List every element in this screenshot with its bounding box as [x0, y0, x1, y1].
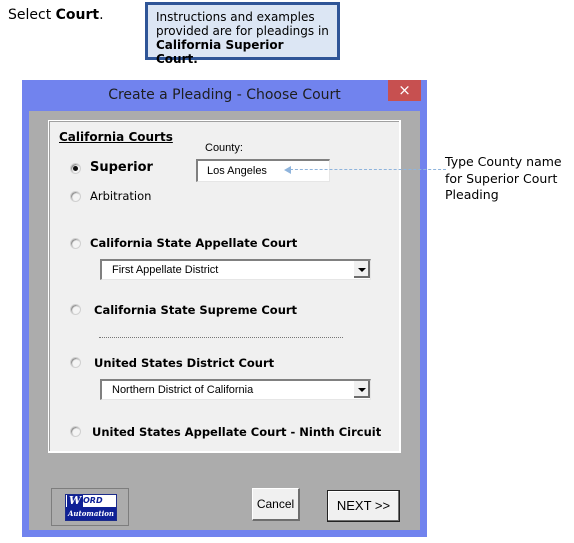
district-court-select[interactable]: Northern District of California: [100, 379, 371, 400]
annotation-line-1: Type County name: [445, 154, 562, 169]
info-line-1: Instructions and examples: [156, 10, 315, 24]
close-icon: ×: [398, 81, 411, 99]
close-button[interactable]: ×: [388, 80, 421, 101]
county-annotation: Type County name for Superior Court Plea…: [445, 154, 562, 204]
option-ca-supreme-label: California State Supreme Court: [94, 303, 298, 317]
chevron-down-icon[interactable]: [354, 261, 370, 278]
instruction-suffix: .: [99, 7, 104, 23]
appellate-district-select[interactable]: First Appellate District: [100, 259, 371, 280]
separator-line: [99, 337, 343, 338]
district-court-value: Northern District of California: [112, 384, 254, 396]
county-label: County:: [205, 142, 243, 154]
word-automation-logo: W ORD Automation: [65, 494, 117, 521]
radio-ca-appellate[interactable]: [70, 238, 81, 249]
dialog-client-area: California Courts County: Superior Arbit…: [29, 111, 420, 530]
info-callout-box: Instructions and examples provided are f…: [145, 2, 340, 66]
dialog-title: Create a Pleading - Choose Court: [108, 87, 341, 103]
info-line-3: California Superior Court.: [156, 38, 284, 66]
callout-line: [290, 169, 446, 170]
logo-ord: ORD: [83, 496, 103, 505]
radio-arbitration[interactable]: [70, 191, 81, 202]
radio-us-ninth-circuit[interactable]: [70, 426, 81, 437]
logo-automation: Automation: [66, 507, 116, 520]
instruction-prefix: Select: [8, 7, 56, 23]
arrow-left-icon: [284, 166, 291, 174]
frame-title: California Courts: [59, 130, 173, 144]
logo-frame: W ORD Automation: [51, 488, 129, 526]
option-ca-appellate-label: California State Appellate Court: [90, 236, 298, 250]
radio-us-district[interactable]: [70, 357, 81, 368]
cancel-button[interactable]: Cancel: [252, 488, 300, 521]
appellate-district-value: First Appellate District: [112, 264, 219, 276]
county-input[interactable]: [196, 159, 330, 182]
option-superior-label: Superior: [90, 160, 153, 175]
radio-superior[interactable]: [70, 163, 81, 174]
instruction-bold: Court: [55, 7, 100, 23]
annotation-line-2: for Superior Court: [445, 170, 558, 186]
logo-w: W: [67, 494, 83, 507]
annotation-line-3: Pleading: [445, 187, 499, 202]
choose-court-dialog: Create a Pleading - Choose Court × Calif…: [22, 80, 427, 537]
info-line-2: provided are for pleadings in: [156, 24, 329, 38]
instruction-text: Select Court.: [8, 7, 104, 23]
option-us-ninth-circuit-label: United States Appellate Court - Ninth Ci…: [92, 425, 382, 439]
option-arbitration-label: Arbitration: [90, 189, 152, 203]
option-us-district-label: United States District Court: [94, 356, 275, 370]
radio-ca-supreme[interactable]: [70, 304, 81, 315]
chevron-down-icon[interactable]: [354, 381, 370, 398]
next-button[interactable]: NEXT >>: [327, 490, 400, 522]
